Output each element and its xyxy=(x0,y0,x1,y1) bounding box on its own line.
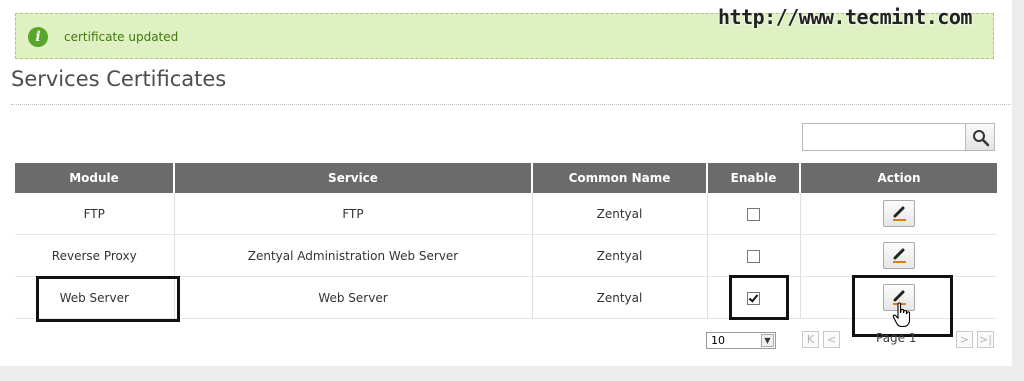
first-page-button[interactable]: K xyxy=(802,331,819,348)
title-divider xyxy=(11,104,1011,105)
service-cell: Zentyal Administration Web Server xyxy=(174,234,533,277)
enable-cell xyxy=(707,193,801,235)
pencil-icon xyxy=(892,248,906,263)
enable-checkbox[interactable] xyxy=(747,249,760,263)
page-indicator: Page 1 xyxy=(876,331,917,345)
column-header-common-name[interactable]: Common Name xyxy=(532,163,708,193)
info-icon: i xyxy=(28,27,48,47)
previous-page-button[interactable]: < xyxy=(823,331,840,348)
chevron-down-icon: ▼ xyxy=(761,334,774,347)
common-name-cell: Zentyal xyxy=(532,193,708,235)
module-cell: Reverse Proxy xyxy=(15,234,175,277)
table-header-row: Module Service Common Name Enable Action xyxy=(15,163,997,193)
column-header-module[interactable]: Module xyxy=(15,163,175,193)
hand-cursor-icon xyxy=(892,302,911,328)
edit-button[interactable] xyxy=(882,242,915,269)
page-title: Services Certificates xyxy=(11,67,227,91)
edit-button[interactable] xyxy=(882,200,915,227)
service-cell: FTP xyxy=(174,193,533,235)
search-input[interactable] xyxy=(802,123,966,151)
column-header-service[interactable]: Service xyxy=(174,163,533,193)
highlight-web-server xyxy=(36,276,180,322)
search-button[interactable] xyxy=(965,123,995,151)
action-cell xyxy=(800,193,997,235)
search-icon xyxy=(973,130,990,147)
module-cell: FTP xyxy=(15,193,175,235)
last-page-button[interactable]: >| xyxy=(977,331,994,348)
column-header-enable[interactable]: Enable xyxy=(707,163,801,193)
service-cell: Web Server xyxy=(174,276,533,319)
highlight-enable-checkbox xyxy=(729,275,789,320)
common-name-cell: Zentyal xyxy=(532,276,708,319)
common-name-cell: Zentyal xyxy=(532,234,708,277)
table-row: Reverse Proxy Zentyal Administration Web … xyxy=(15,234,997,277)
table-row: FTP FTP Zentyal xyxy=(15,193,997,235)
action-cell xyxy=(800,234,997,277)
page-size-select[interactable]: 10 ▼ xyxy=(706,332,776,349)
page-size-value: 10 xyxy=(711,334,725,347)
next-page-button[interactable]: > xyxy=(956,331,973,348)
pencil-icon xyxy=(892,206,906,221)
enable-checkbox[interactable] xyxy=(747,207,760,221)
enable-cell xyxy=(707,234,801,277)
message-text: certificate updated xyxy=(64,30,179,44)
watermark: http://www.tecmint.com xyxy=(718,5,972,29)
column-header-action: Action xyxy=(800,163,997,193)
